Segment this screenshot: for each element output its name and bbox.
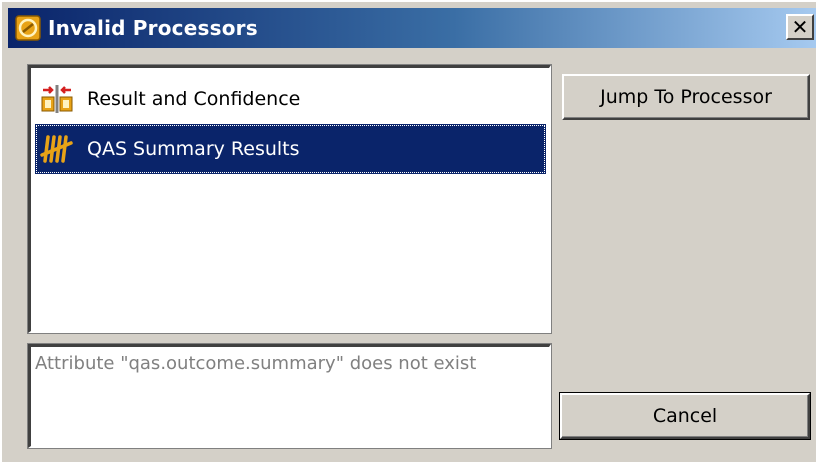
list-item-label: Result and Confidence	[87, 88, 301, 110]
error-message-text: Attribute "qas.outcome.summary" does not…	[35, 353, 477, 374]
list-item-qas-summary[interactable]: QAS Summary Results	[35, 124, 546, 174]
result-confidence-icon	[39, 82, 75, 116]
app-icon	[14, 14, 42, 42]
jump-to-processor-button[interactable]: Jump To Processor	[562, 74, 810, 120]
cancel-button[interactable]: Cancel	[559, 392, 811, 440]
list-item-result-confidence[interactable]: Result and Confidence	[35, 74, 546, 124]
tally-marks-icon	[39, 132, 75, 166]
invalid-processors-dialog: Invalid Processors ✕ Result and Confiden…	[0, 0, 816, 462]
processor-list[interactable]: Result and Confidence QAS Summary Result…	[27, 64, 552, 334]
list-item-label: QAS Summary Results	[87, 138, 300, 160]
error-message-field[interactable]: Attribute "qas.outcome.summary" does not…	[27, 343, 552, 449]
title-bar[interactable]: Invalid Processors ✕	[8, 8, 816, 48]
dialog-title: Invalid Processors	[48, 16, 258, 40]
close-icon: ✕	[791, 15, 809, 39]
close-button[interactable]: ✕	[786, 14, 814, 40]
